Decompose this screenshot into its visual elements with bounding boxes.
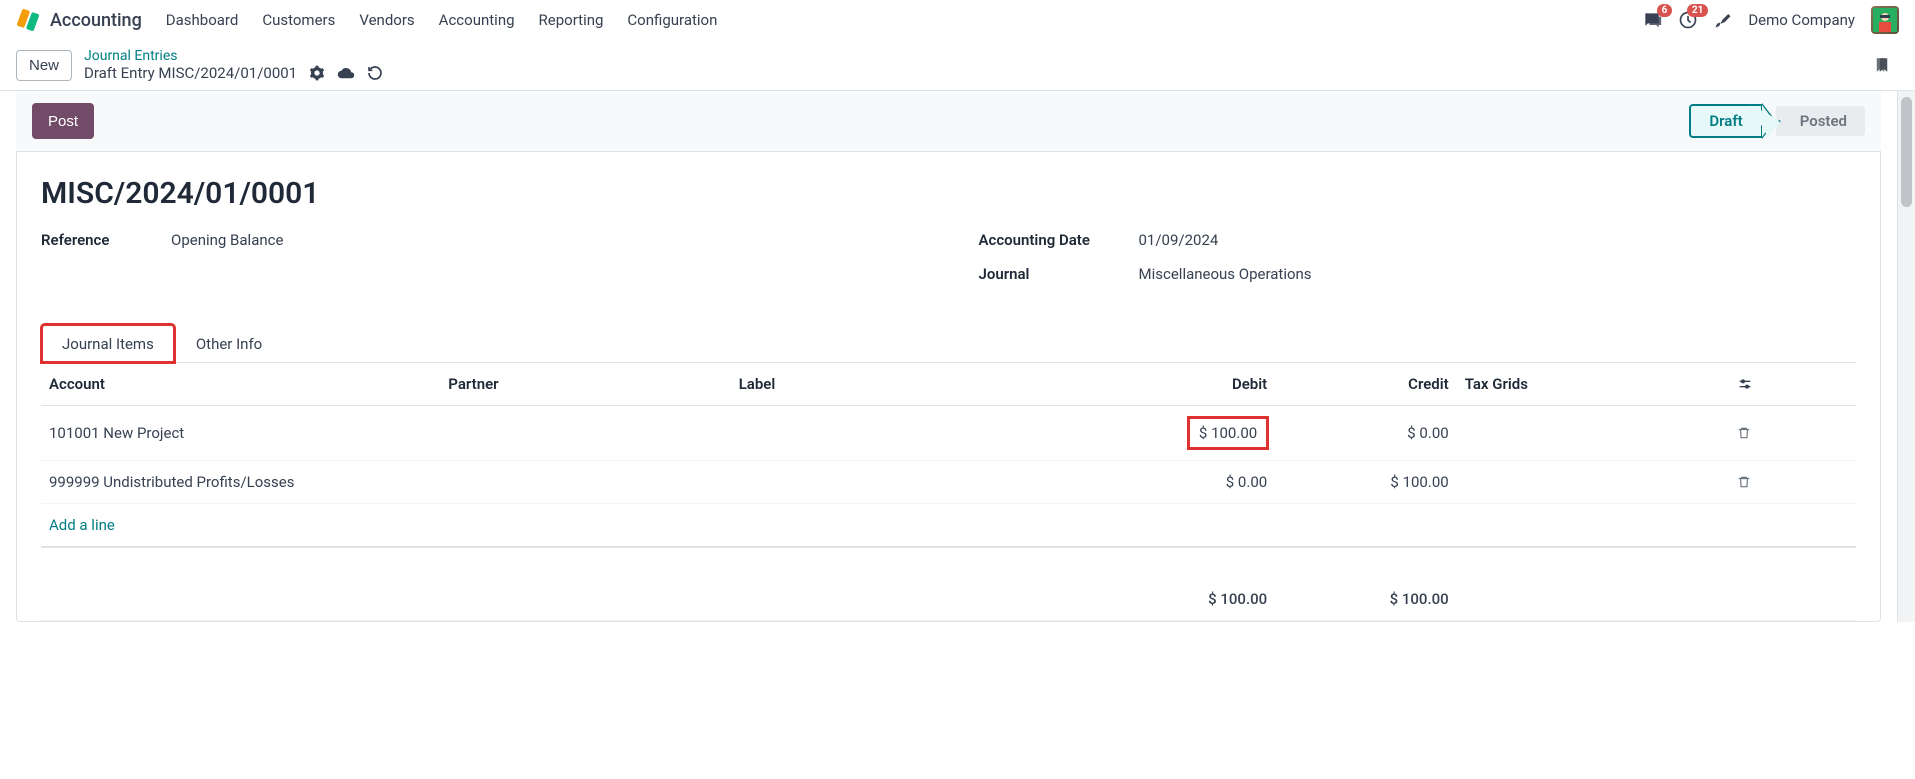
form-sheet: MISC/2024/01/0001 Reference Opening Bala…: [16, 152, 1881, 622]
tab-other-info[interactable]: Other Info: [175, 324, 283, 363]
tabs: Journal Items Other Info: [41, 323, 1856, 363]
journal-label: Journal: [979, 265, 1139, 283]
company-switcher[interactable]: Demo Company: [1748, 11, 1855, 29]
col-account[interactable]: Account: [41, 363, 440, 406]
totals-row: $ 100.00 $ 100.00: [41, 572, 1856, 621]
top-navbar: Accounting Dashboard Customers Vendors A…: [0, 0, 1915, 40]
col-label[interactable]: Label: [731, 363, 1094, 406]
main-menu: Dashboard Customers Vendors Accounting R…: [166, 11, 1643, 29]
col-partner[interactable]: Partner: [440, 363, 730, 406]
cell-tax-grids[interactable]: [1457, 406, 1729, 461]
cell-credit[interactable]: $ 0.00: [1275, 406, 1457, 461]
nav-vendors[interactable]: Vendors: [359, 11, 414, 29]
breadcrumb-parent[interactable]: Journal Entries: [84, 48, 383, 64]
undo-icon[interactable]: [367, 65, 383, 81]
add-line-link[interactable]: Add a line: [41, 504, 1856, 547]
reference-label: Reference: [41, 231, 171, 249]
main-content: Post Draft Posted MISC/2024/01/0001 Refe…: [0, 91, 1897, 622]
breadcrumb: Journal Entries Draft Entry MISC/2024/01…: [84, 48, 383, 82]
col-credit[interactable]: Credit: [1275, 363, 1457, 406]
trash-icon[interactable]: [1737, 426, 1848, 440]
messages-icon[interactable]: 6: [1642, 10, 1662, 30]
nav-reporting[interactable]: Reporting: [539, 11, 604, 29]
journal-items-table: Account Partner Label Debit Credit Tax G…: [41, 363, 1856, 621]
col-tax-grids[interactable]: Tax Grids: [1457, 363, 1729, 406]
scrollbar-thumb[interactable]: [1901, 97, 1912, 207]
cell-account[interactable]: 101001 New Project: [41, 406, 440, 461]
breadcrumb-current: Draft Entry MISC/2024/01/0001: [84, 64, 297, 82]
cell-debit[interactable]: $ 100.00: [1094, 406, 1276, 461]
cell-partner[interactable]: [440, 461, 730, 504]
scrollbar[interactable]: [1897, 91, 1915, 622]
cell-partner[interactable]: [440, 406, 730, 461]
breadcrumb-bar: New Journal Entries Draft Entry MISC/202…: [0, 40, 1915, 91]
app-logo-icon[interactable]: [16, 8, 40, 32]
messages-badge: 6: [1657, 4, 1673, 17]
total-credit: $ 100.00: [1275, 572, 1457, 621]
topbar-right: 6 21 Demo Company: [1642, 6, 1899, 34]
new-button[interactable]: New: [16, 50, 72, 81]
cell-tax-grids[interactable]: [1457, 461, 1729, 504]
activities-badge: 21: [1687, 4, 1708, 17]
status-bar: Draft Posted: [1689, 103, 1865, 139]
status-draft[interactable]: Draft: [1689, 104, 1762, 138]
cell-account[interactable]: 999999 Undistributed Profits/Losses: [41, 461, 440, 504]
app-name[interactable]: Accounting: [50, 10, 142, 31]
cell-debit[interactable]: $ 0.00: [1094, 461, 1276, 504]
record-title: MISC/2024/01/0001: [41, 176, 1856, 211]
tab-journal-items[interactable]: Journal Items: [41, 324, 175, 363]
table-row[interactable]: 101001 New Project $ 100.00 $ 0.00: [41, 406, 1856, 461]
journal-value[interactable]: Miscellaneous Operations: [1139, 265, 1312, 283]
reference-value[interactable]: Opening Balance: [171, 231, 283, 249]
nav-accounting[interactable]: Accounting: [439, 11, 515, 29]
cell-label[interactable]: [731, 406, 1094, 461]
nav-customers[interactable]: Customers: [262, 11, 335, 29]
trash-icon[interactable]: [1737, 475, 1848, 489]
action-bar: Post Draft Posted: [16, 91, 1881, 152]
bookmark-icon[interactable]: [1873, 54, 1891, 76]
gear-icon[interactable]: [309, 65, 325, 81]
col-settings[interactable]: [1729, 363, 1856, 406]
user-avatar[interactable]: [1871, 6, 1899, 34]
cell-credit[interactable]: $ 100.00: [1275, 461, 1457, 504]
table-row[interactable]: 999999 Undistributed Profits/Losses $ 0.…: [41, 461, 1856, 504]
accounting-date-label: Accounting Date: [979, 231, 1139, 249]
total-debit: $ 100.00: [1094, 572, 1276, 621]
nav-configuration[interactable]: Configuration: [627, 11, 717, 29]
tools-icon[interactable]: [1714, 11, 1732, 29]
post-button[interactable]: Post: [32, 103, 94, 139]
cloud-icon[interactable]: [337, 64, 355, 82]
accounting-date-value[interactable]: 01/09/2024: [1139, 231, 1219, 249]
col-debit[interactable]: Debit: [1094, 363, 1276, 406]
nav-dashboard[interactable]: Dashboard: [166, 11, 239, 29]
status-posted[interactable]: Posted: [1776, 106, 1865, 136]
cell-label[interactable]: [731, 461, 1094, 504]
activities-icon[interactable]: 21: [1678, 10, 1698, 30]
